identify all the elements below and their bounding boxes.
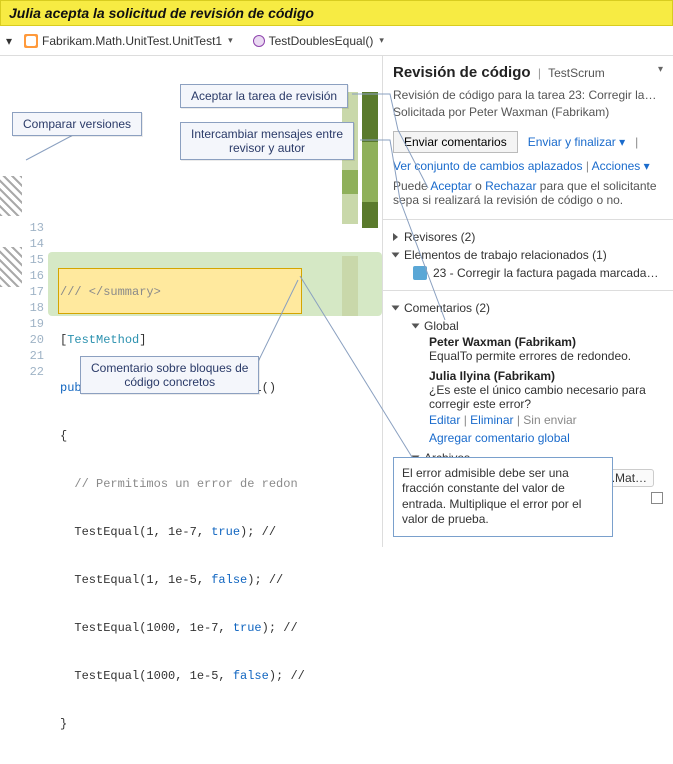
callout-compare: Comparar versiones: [12, 112, 142, 136]
banner-title: Julia acepta la solicitud de revisión de…: [0, 0, 673, 26]
review-summary: Revisión de código para la tarea 23: Cor…: [393, 87, 663, 104]
method-icon: [253, 35, 265, 47]
view-shelveset-link[interactable]: Ver conjunto de cambios aplazados: [393, 159, 582, 173]
diff-hatch: [0, 176, 22, 216]
method-crumb[interactable]: TestDoublesEqual(): [245, 32, 392, 50]
review-requested-by: Solicitada por Peter Waxman (Fabrikam): [393, 104, 663, 121]
add-global-comment-link[interactable]: Agregar comentario global: [429, 431, 570, 445]
edit-comment-link[interactable]: Editar: [429, 413, 460, 427]
project-name: TestScrum: [548, 66, 605, 80]
expand-icon: [393, 233, 398, 241]
send-comments-button[interactable]: Enviar comentarios: [393, 131, 518, 153]
change-markers-right: [362, 56, 380, 547]
expand-icon: [392, 252, 400, 257]
related-items-section[interactable]: Elementos de trabajo relacionados (1): [393, 246, 663, 264]
comment-body: ¿Es este el único cambio necesario para …: [429, 383, 663, 411]
accept-link[interactable]: Aceptar: [430, 179, 471, 193]
global-comments[interactable]: Global: [393, 317, 663, 335]
decline-link[interactable]: Rechazar: [485, 179, 536, 193]
workitem-icon: [413, 266, 427, 280]
comment-author: Julia Ilyina (Fabrikam): [429, 369, 663, 383]
code-body[interactable]: /// </summary> [TestMethod] public void …: [48, 92, 382, 547]
comment-author: Peter Waxman (Fabrikam): [429, 335, 663, 349]
chevron-icon[interactable]: ▾: [6, 34, 12, 48]
comment-body: EqualTo permite errores de redondeo.: [429, 349, 663, 363]
comments-section[interactable]: Comentarios (2): [393, 299, 663, 317]
callout-block-comment: Comentario sobre bloques de código concr…: [80, 356, 259, 394]
review-title: Revisión de código: [393, 64, 531, 81]
expand-icon: [392, 305, 400, 310]
unsent-label: Sin enviar: [523, 413, 576, 427]
expand-icon: [412, 323, 420, 328]
method-crumb-text: TestDoublesEqual(): [269, 34, 374, 48]
delete-comment-link[interactable]: Eliminar: [470, 413, 513, 427]
breadcrumb-bar: ▾ Fabrikam.Math.UnitTest.UnitTest1 TestD…: [0, 26, 673, 56]
actions-link[interactable]: Acciones ▾: [592, 159, 650, 173]
line-numbers: 13141516171819202122: [22, 92, 48, 547]
file-crumb[interactable]: Fabrikam.Math.UnitTest.UnitTest1: [16, 32, 241, 50]
callout-accept: Aceptar la tarea de revisión: [180, 84, 348, 108]
pane-menu-icon[interactable]: ▾: [658, 64, 663, 75]
file-checkbox[interactable]: [651, 492, 663, 504]
callout-messages: Intercambiar mensajes entre revisor y au…: [180, 122, 354, 160]
reviewers-section[interactable]: Revisores (2): [393, 228, 663, 246]
work-item-link[interactable]: 23 - Corregir la factura pagada marcada…: [393, 264, 663, 282]
code-line: /// </summary>: [60, 285, 161, 299]
send-finish-link[interactable]: Enviar y finalizar ▾: [528, 135, 625, 149]
compare-gutter: [0, 92, 22, 547]
accept-decline-info: Puede Aceptar o Rechazar para que el sol…: [383, 175, 673, 215]
code-comment-tooltip: El error admisible debe ser una fracción…: [393, 457, 613, 537]
class-icon: [24, 34, 38, 48]
diff-hatch: [0, 247, 22, 287]
file-crumb-text: Fabrikam.Math.UnitTest.UnitTest1: [42, 34, 222, 48]
